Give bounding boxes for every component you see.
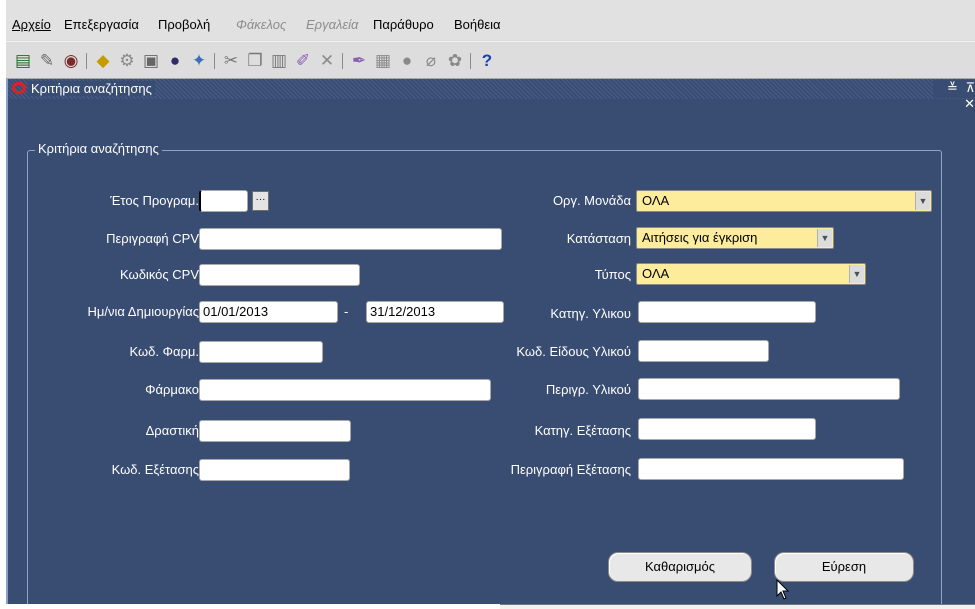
menu-window-label: Παράθυρο xyxy=(373,17,434,32)
menu-tools[interactable]: Εργαλεία xyxy=(306,17,358,32)
menu-view-label: Προβολή xyxy=(158,17,211,32)
date-from-input[interactable]: 01/01/2013 xyxy=(199,301,338,323)
paste-icon[interactable]: ▥ xyxy=(268,50,290,72)
folder-icon[interactable]: ▦ xyxy=(372,50,394,72)
search-criteria-group xyxy=(27,150,942,604)
org-unit-value: ΟΛΑ xyxy=(642,193,670,208)
toolbar: ▤ ✎ ◉ ◆ ⚙ ▣ ● ✦ ✂ ❐ ▥ ✐ ✕ ✒ ▦ ● ⌀ ✿ ? xyxy=(6,41,975,79)
menu-edit[interactable]: Επεξεργασία xyxy=(64,17,139,32)
attachment-icon[interactable]: ⌀ xyxy=(420,50,442,72)
pharm-code-label: Κωδ. Φαρμ. xyxy=(129,344,199,359)
date-range-separator: - xyxy=(344,304,349,319)
org-unit-label: Οργ. Μονάδα xyxy=(552,193,631,208)
zoom-icon[interactable]: ● xyxy=(396,50,418,72)
find-icon[interactable]: ✦ xyxy=(188,50,210,72)
menu-help[interactable]: Βοήθεια xyxy=(454,17,501,32)
clear-button[interactable]: Καθαρισμός xyxy=(608,552,752,582)
year-label: Έτος Προγραμ. xyxy=(110,193,199,208)
status-select[interactable]: Αιτήσεις για έγκριση ▼ xyxy=(636,227,834,249)
cpv-desc-input[interactable] xyxy=(199,228,502,250)
material-kind-code-label: Κωδ. Είδους Υλικού xyxy=(516,344,631,359)
menu-window[interactable]: Παράθυρο xyxy=(373,17,434,32)
cpv-desc-label: Περιγραφή CPV xyxy=(106,231,199,246)
oracle-logo-icon xyxy=(12,82,26,94)
new-record-icon[interactable]: ▤ xyxy=(12,50,34,72)
exam-code-input[interactable] xyxy=(199,459,350,481)
menu-bar: Αρχείο Επεξεργασία Προβολή Φάκελος Εργαλ… xyxy=(6,0,975,40)
material-kind-code-input[interactable] xyxy=(638,340,769,362)
menu-tools-label: Εργαλεία xyxy=(306,17,359,32)
chevron-down-icon[interactable]: ▼ xyxy=(817,229,832,247)
year-lov-button[interactable]: ··· xyxy=(252,191,269,211)
year-input[interactable] xyxy=(199,190,248,212)
pharm-code-input[interactable] xyxy=(199,341,323,363)
menu-view[interactable]: Προβολή xyxy=(158,17,210,32)
group-title: Κριτήρια αναζήτησης xyxy=(35,141,162,156)
drug-input[interactable] xyxy=(199,379,491,401)
exam-code-label: Κωδ. Εξέτασης xyxy=(111,462,199,477)
print-preview-icon[interactable]: ● xyxy=(164,50,186,72)
menu-help-label: Βοήθεια xyxy=(454,17,501,32)
type-value: ΟΛΑ xyxy=(642,266,670,281)
cpv-code-input[interactable] xyxy=(199,264,360,286)
bottom-strip xyxy=(500,604,975,609)
material-desc-label: Περιγρ. Υλικού xyxy=(545,382,631,397)
menu-folder-label: Φάκελος xyxy=(236,17,287,32)
status-value: Αιτήσεις για έγκριση xyxy=(642,230,758,245)
status-label: Κατάσταση xyxy=(566,231,631,246)
delete-record-icon[interactable]: ✕ xyxy=(316,50,338,72)
edit-icon[interactable]: ✐ xyxy=(292,50,314,72)
attach-icon[interactable]: ✎ xyxy=(36,50,58,72)
window-title-bar: Κριτήρια αναζήτησης ≚ ⊼ ✕ xyxy=(8,79,975,111)
translate-icon[interactable]: ✿ xyxy=(444,50,466,72)
menu-folder[interactable]: Φάκελος xyxy=(236,17,286,32)
menu-file-label: Αρχείο xyxy=(12,17,51,32)
app-frame: Αρχείο Επεξεργασία Προβολή Φάκελος Εργαλ… xyxy=(6,0,975,604)
type-select[interactable]: ΟΛΑ ▼ xyxy=(636,263,866,285)
copy-icon[interactable]: ❐ xyxy=(244,50,266,72)
material-category-input[interactable] xyxy=(638,301,816,323)
chevron-down-icon[interactable]: ▼ xyxy=(915,192,930,210)
help-icon[interactable]: ? xyxy=(476,50,498,72)
print-icon[interactable]: ▣ xyxy=(140,50,162,72)
exam-desc-label: Περιγραφή Εξέτασης xyxy=(510,462,631,477)
exam-category-label: Κατηγ. Εξέτασης xyxy=(534,423,631,438)
exam-desc-input[interactable] xyxy=(638,458,904,480)
active-substance-label: Δραστική xyxy=(145,423,199,438)
find-button[interactable]: Εύρεση xyxy=(774,552,914,582)
active-substance-input[interactable] xyxy=(199,420,351,442)
chevron-down-icon[interactable]: ▼ xyxy=(849,265,864,283)
type-label: Τύπος xyxy=(594,267,631,282)
cpv-code-label: Κωδικός CPV xyxy=(120,267,199,282)
menu-file[interactable]: Αρχείο xyxy=(12,17,51,32)
date-to-input[interactable]: 31/12/2013 xyxy=(366,301,504,323)
save-icon[interactable]: ◆ xyxy=(92,50,114,72)
menu-edit-label: Επεξεργασία xyxy=(64,17,139,32)
pen-icon[interactable]: ✒ xyxy=(348,50,370,72)
date-created-label: Ημ/νια Δημιουργίας xyxy=(87,304,199,319)
open-icon[interactable]: ⚙ xyxy=(116,50,138,72)
material-category-label: Κατηγ. Υλικου xyxy=(550,306,631,321)
window-controls-icon[interactable]: ≚ ⊼ ✕ xyxy=(933,80,975,111)
drug-label: Φάρμακο xyxy=(145,382,199,397)
material-desc-input[interactable] xyxy=(638,378,900,400)
org-unit-select[interactable]: ΟΛΑ ▼ xyxy=(636,190,932,212)
exam-category-input[interactable] xyxy=(638,418,816,440)
cut-icon[interactable]: ✂ xyxy=(220,50,242,72)
window-title: Κριτήρια αναζήτησης xyxy=(28,81,155,96)
mouse-cursor-icon xyxy=(776,579,790,600)
clear-icon[interactable]: ◉ xyxy=(60,50,82,72)
